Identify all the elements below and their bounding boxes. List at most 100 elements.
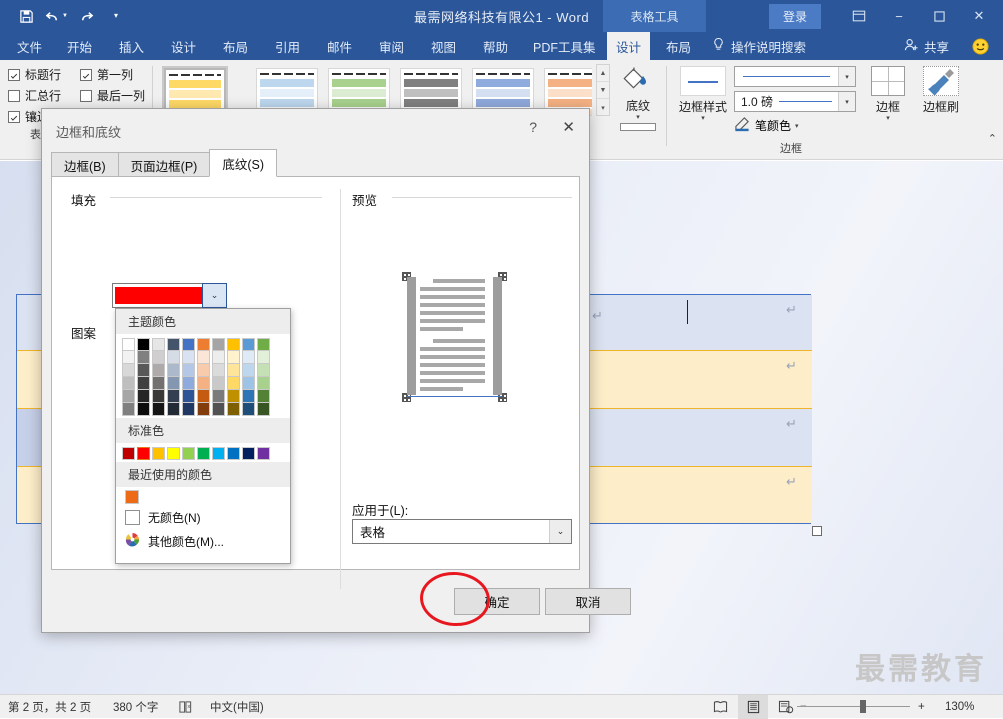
- color-swatch[interactable]: [257, 447, 270, 460]
- color-swatch[interactable]: [227, 377, 240, 390]
- fill-color-dropdown-arrow-icon[interactable]: ⌄: [202, 283, 227, 308]
- line-weight-combo[interactable]: 1.0 磅 ▾: [734, 91, 856, 112]
- checkbox-box[interactable]: [8, 89, 20, 102]
- color-swatch[interactable]: [122, 447, 135, 460]
- checkbox-box[interactable]: [8, 68, 20, 81]
- dialog-close-icon[interactable]: ✕: [562, 118, 575, 136]
- color-swatch[interactable]: [242, 390, 255, 403]
- sign-in-button[interactable]: 登录: [768, 3, 821, 29]
- color-swatch[interactable]: [167, 364, 180, 377]
- ribbon-tab-references[interactable]: 引用: [266, 32, 309, 60]
- word-count[interactable]: 380 个字: [113, 695, 158, 719]
- color-swatch[interactable]: [182, 390, 195, 403]
- chevron-down-icon[interactable]: ▾: [795, 122, 799, 130]
- color-swatch[interactable]: [137, 338, 150, 351]
- color-swatch[interactable]: [167, 338, 180, 351]
- checkbox-header-row[interactable]: 标题行: [8, 64, 61, 85]
- standard-colors-row[interactable]: [116, 443, 290, 462]
- recent-color-swatch[interactable]: [125, 490, 139, 504]
- color-swatch[interactable]: [257, 403, 270, 416]
- table-resize-handle[interactable]: [812, 526, 822, 536]
- ribbon-tab-insert[interactable]: 插入: [110, 32, 153, 60]
- color-swatch[interactable]: [137, 403, 150, 416]
- border-styles-button[interactable]: 边框样式 ▾: [672, 66, 734, 122]
- shading-button[interactable]: 底纹 ▾: [615, 66, 661, 131]
- checkbox-box[interactable]: [8, 110, 20, 123]
- color-swatch[interactable]: [227, 338, 240, 351]
- color-swatch[interactable]: [167, 447, 180, 460]
- checkbox-last-column[interactable]: 最后一列: [80, 85, 145, 106]
- color-swatch[interactable]: [122, 351, 135, 364]
- theme-color-column[interactable]: [227, 338, 240, 416]
- border-painter-button[interactable]: 边框刷: [915, 66, 967, 115]
- pen-color-button[interactable]: 笔颜色 ▾: [734, 116, 799, 135]
- theme-color-column[interactable]: [122, 338, 135, 416]
- gallery-more-icon[interactable]: ▾: [597, 99, 609, 116]
- ribbon-display-options-icon[interactable]: [839, 0, 879, 32]
- color-swatch[interactable]: [197, 364, 210, 377]
- color-swatch[interactable]: [257, 390, 270, 403]
- color-swatch[interactable]: [212, 338, 225, 351]
- ribbon-tab-layout[interactable]: 布局: [214, 32, 257, 60]
- color-swatch[interactable]: [152, 377, 165, 390]
- color-swatch[interactable]: [122, 338, 135, 351]
- color-swatch[interactable]: [182, 447, 195, 460]
- theme-color-column[interactable]: [152, 338, 165, 416]
- color-swatch[interactable]: [227, 351, 240, 364]
- theme-color-column[interactable]: [257, 338, 270, 416]
- color-swatch[interactable]: [197, 377, 210, 390]
- color-swatch[interactable]: [212, 447, 225, 460]
- color-swatch[interactable]: [197, 338, 210, 351]
- restore-button[interactable]: [919, 0, 959, 32]
- ribbon-tab-table-layout[interactable]: 布局: [657, 32, 700, 60]
- ribbon-tab-design[interactable]: 设计: [162, 32, 205, 60]
- theme-color-column[interactable]: [182, 338, 195, 416]
- ribbon-tab-mailings[interactable]: 邮件: [318, 32, 361, 60]
- theme-color-column[interactable]: [167, 338, 180, 416]
- color-picker-popup[interactable]: 主题颜色 标准色 最近使用的颜色 无颜色(N) 其他颜色(M)...: [115, 308, 291, 564]
- color-swatch[interactable]: [227, 364, 240, 377]
- chevron-down-icon[interactable]: ⌄: [549, 520, 571, 543]
- dialog-tab-borders[interactable]: 边框(B): [51, 152, 119, 177]
- help-icon[interactable]: ?: [529, 119, 537, 135]
- minimize-button[interactable]: −: [879, 0, 919, 32]
- gallery-scroll-up-icon[interactable]: ▲: [597, 65, 609, 82]
- color-swatch[interactable]: [137, 364, 150, 377]
- color-swatch[interactable]: [242, 447, 255, 460]
- color-swatch[interactable]: [122, 377, 135, 390]
- zoom-slider-track[interactable]: [797, 706, 910, 707]
- color-swatch[interactable]: [242, 351, 255, 364]
- shading-dropdown-caret-icon[interactable]: ▾: [615, 114, 661, 121]
- color-swatch[interactable]: [227, 447, 240, 460]
- web-layout-icon[interactable]: [771, 695, 801, 719]
- theme-colors-grid[interactable]: [116, 334, 290, 418]
- color-swatch[interactable]: [257, 364, 270, 377]
- proofing-errors-icon[interactable]: x: [178, 695, 193, 719]
- color-swatch[interactable]: [152, 351, 165, 364]
- gallery-scroll-buttons[interactable]: ▲ ▼ ▾: [596, 64, 610, 116]
- ribbon-tab-pdf-tools[interactable]: PDF工具集: [524, 32, 605, 60]
- checkbox-first-column[interactable]: 第一列: [80, 64, 145, 85]
- checkbox-total-row[interactable]: 汇总行: [8, 85, 61, 106]
- theme-color-column[interactable]: [197, 338, 210, 416]
- line-style-combo[interactable]: ▾: [734, 66, 856, 87]
- color-swatch[interactable]: [137, 377, 150, 390]
- color-swatch[interactable]: [257, 351, 270, 364]
- gallery-scroll-down-icon[interactable]: ▼: [597, 82, 609, 99]
- color-swatch[interactable]: [212, 377, 225, 390]
- color-swatch[interactable]: [242, 338, 255, 351]
- feedback-smiley-icon[interactable]: [963, 32, 997, 60]
- color-swatch[interactable]: [167, 351, 180, 364]
- color-swatch[interactable]: [197, 351, 210, 364]
- theme-color-column[interactable]: [137, 338, 150, 416]
- color-swatch[interactable]: [122, 390, 135, 403]
- ribbon-tab-home[interactable]: 开始: [58, 32, 101, 60]
- color-swatch[interactable]: [197, 447, 210, 460]
- color-swatch[interactable]: [182, 364, 195, 377]
- language-indicator[interactable]: 中文(中国): [210, 695, 264, 719]
- color-swatch[interactable]: [212, 351, 225, 364]
- collapse-ribbon-icon[interactable]: ⌃: [988, 132, 997, 145]
- color-swatch[interactable]: [182, 338, 195, 351]
- ribbon-tab-help[interactable]: 帮助: [474, 32, 517, 60]
- color-swatch[interactable]: [257, 377, 270, 390]
